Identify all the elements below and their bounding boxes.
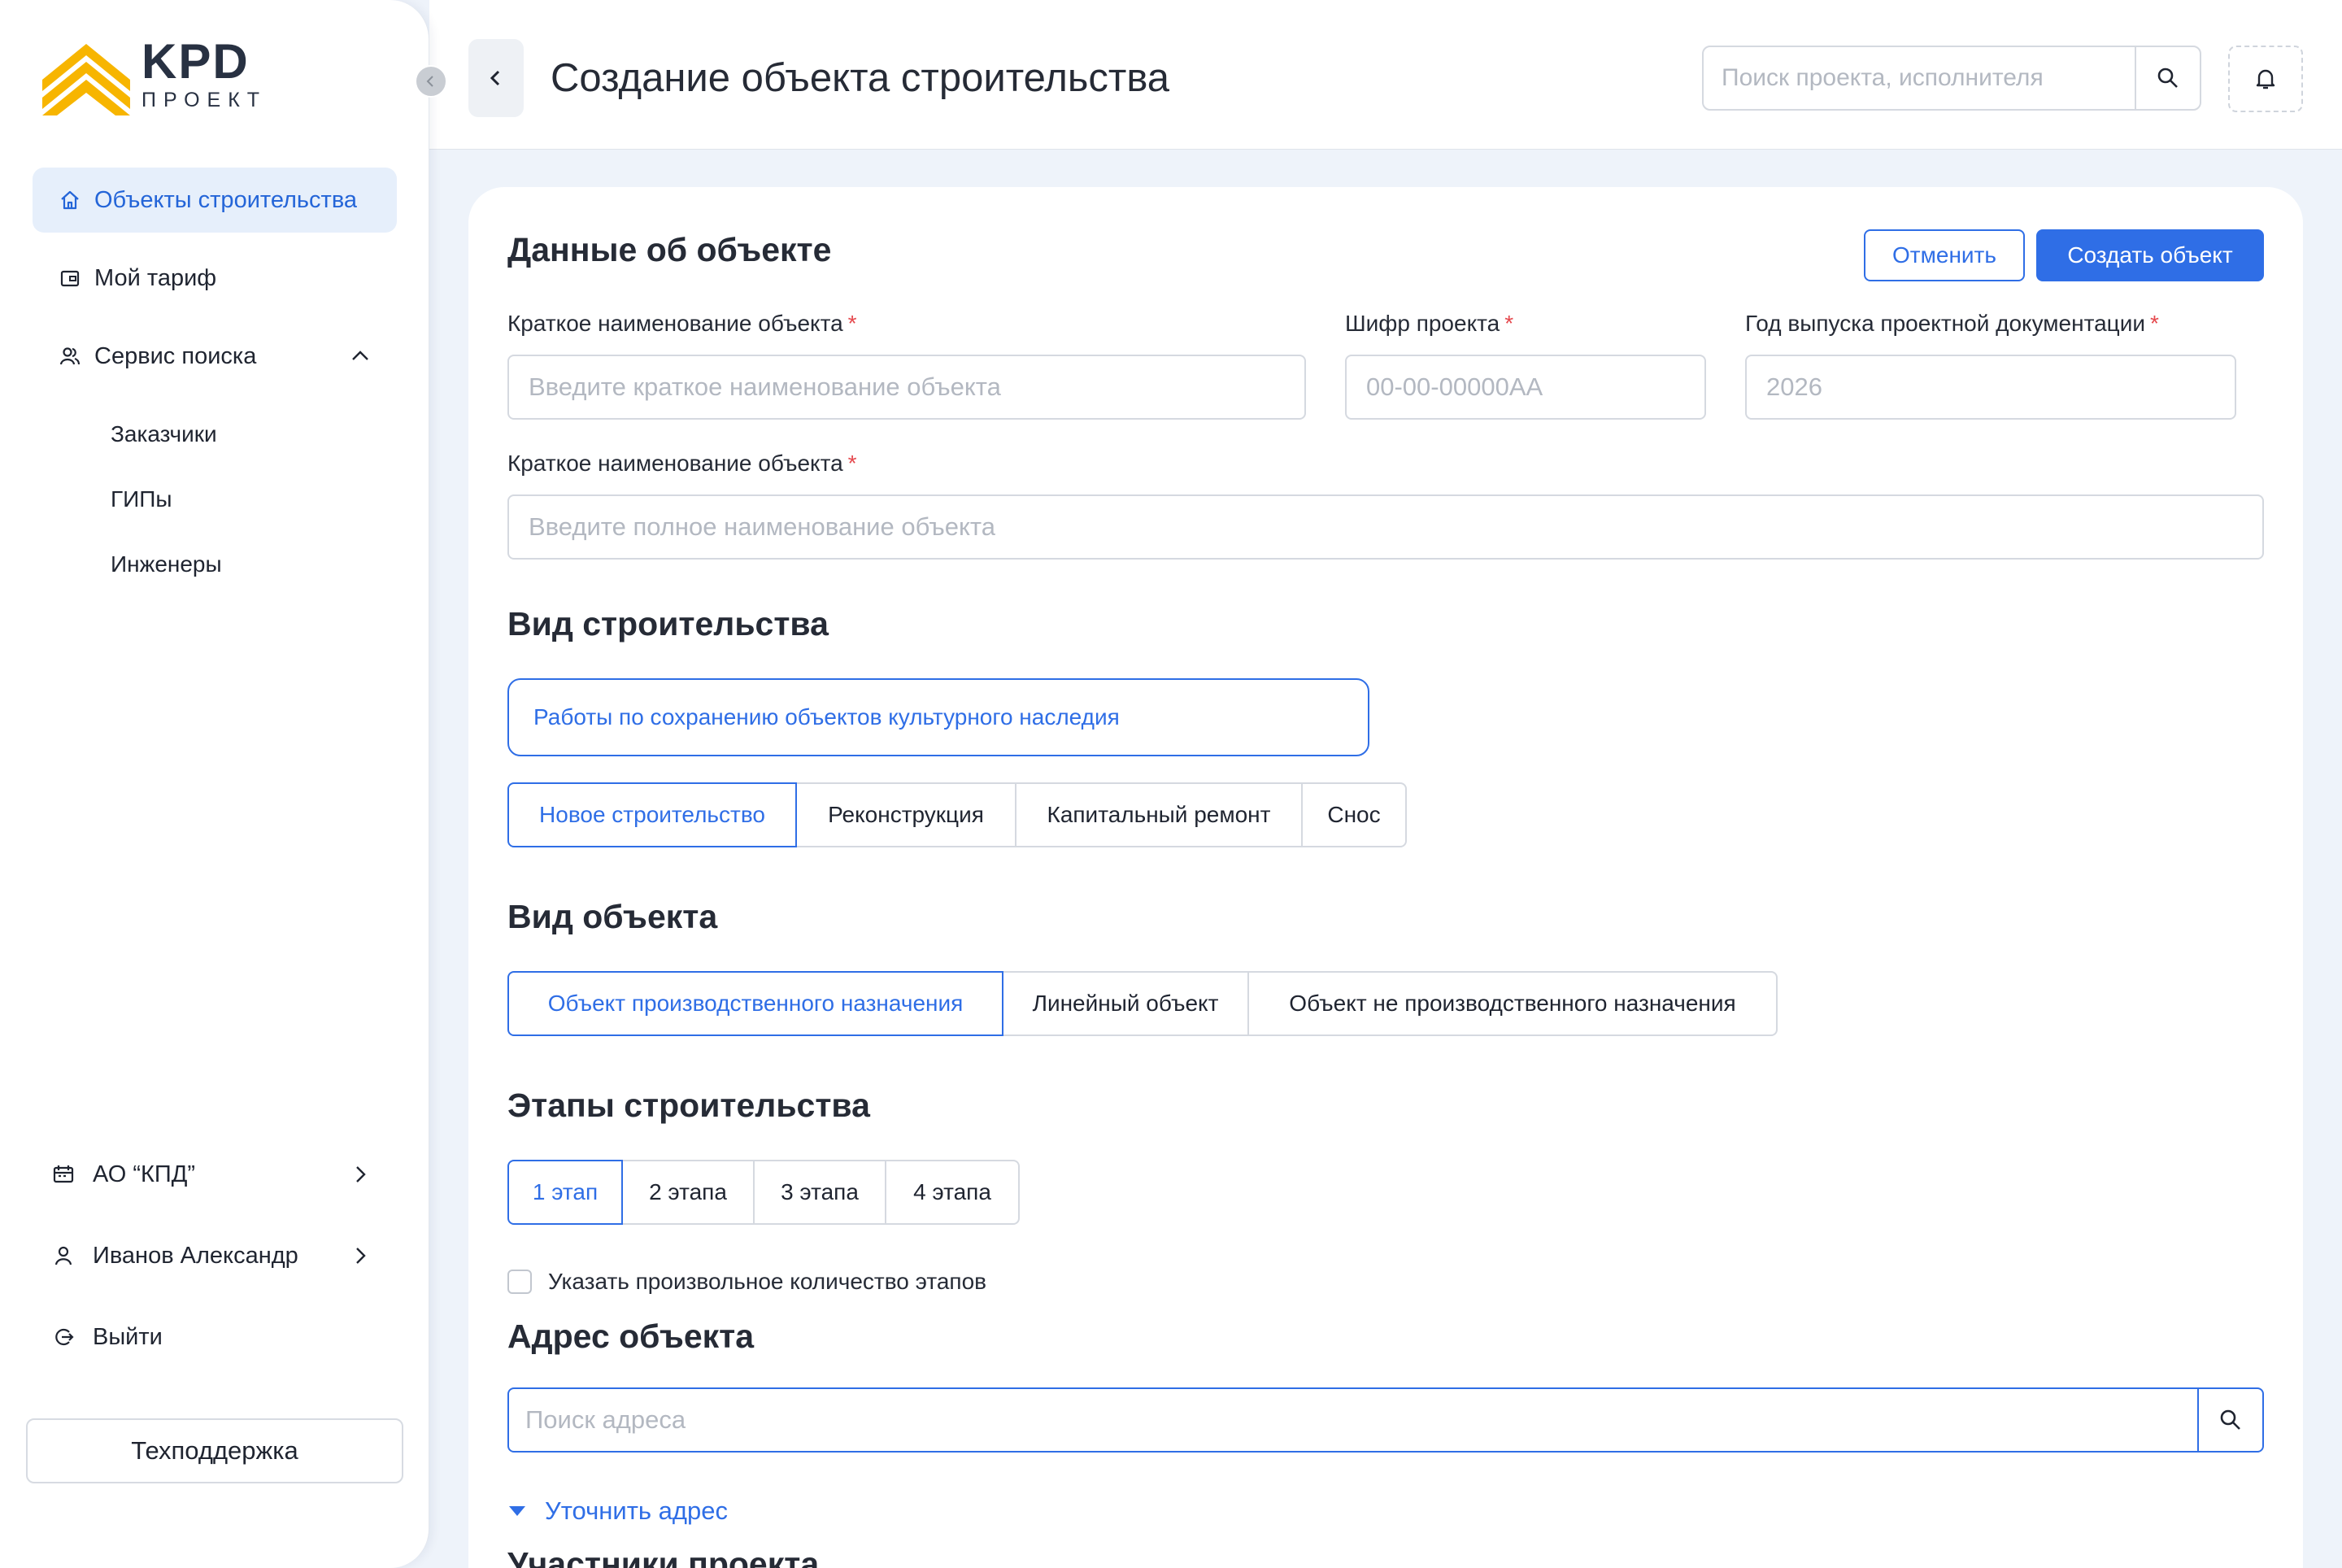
object-form-card: Данные об объекте Отменить Создать объек… bbox=[468, 187, 2303, 1568]
kpd-logo[interactable]: KPD ПРОЕКТ bbox=[37, 31, 267, 119]
required-mark: * bbox=[847, 451, 857, 476]
refine-address-label: Уточнить адрес bbox=[545, 1496, 728, 1525]
year-label: Год выпуска проектной документации * bbox=[1745, 311, 2159, 336]
short-name-input[interactable] bbox=[509, 356, 1304, 418]
stage-option-4[interactable]: 4 этапа bbox=[885, 1160, 1020, 1225]
sidebar-item-company[interactable]: АО “КПД” bbox=[33, 1134, 397, 1215]
collapse-sidebar-button[interactable] bbox=[415, 65, 447, 98]
global-search bbox=[1702, 46, 2201, 111]
section-title-stages: Этапы строительства bbox=[507, 1087, 870, 1124]
sidebar: KPD ПРОЕКТ Объекты строительства Мой тар… bbox=[0, 0, 429, 1568]
required-mark: * bbox=[847, 311, 857, 336]
logout-label: Выйти bbox=[93, 1323, 163, 1350]
user-icon bbox=[52, 1244, 75, 1267]
construction-option-demolition[interactable]: Снос bbox=[1301, 782, 1407, 847]
sidebar-item-search-service[interactable]: Сервис поиска bbox=[33, 324, 397, 389]
construction-type-segmented: Новое строительство Реконструкция Капита… bbox=[507, 782, 1407, 847]
object-option-non-industrial[interactable]: Объект не производственного назначения bbox=[1247, 971, 1778, 1036]
year-field bbox=[1745, 355, 2236, 420]
section-title-participants: Участники проекта bbox=[507, 1545, 820, 1568]
custom-stages-checkbox[interactable] bbox=[507, 1270, 532, 1294]
cipher-label: Шифр проекта * bbox=[1345, 311, 1514, 336]
custom-stages-label: Указать произвольное количество этапов bbox=[548, 1269, 987, 1294]
full-name-input[interactable] bbox=[509, 496, 2262, 558]
sidebar-item-profile[interactable]: Иванов Александр bbox=[33, 1215, 397, 1296]
notifications-button[interactable] bbox=[2228, 46, 2303, 112]
chevron-right-icon bbox=[356, 1166, 366, 1183]
stages-segmented: 1 этап 2 этапа 3 этапа 4 этапа bbox=[507, 1160, 1020, 1225]
cipher-field bbox=[1345, 355, 1706, 420]
short-name-field bbox=[507, 355, 1306, 420]
home-icon bbox=[59, 189, 81, 211]
create-object-button[interactable]: Создать объект bbox=[2036, 229, 2264, 281]
work-type-select[interactable]: Работы по сохранению объектов культурног… bbox=[507, 678, 1369, 756]
object-type-segmented: Объект производственного назначения Лине… bbox=[507, 971, 1778, 1036]
company-icon bbox=[52, 1163, 75, 1186]
construction-option-major-repair[interactable]: Капитальный ремонт bbox=[1015, 782, 1303, 847]
chevron-right-icon bbox=[356, 1248, 366, 1264]
support-button[interactable]: Техподдержка bbox=[26, 1418, 403, 1483]
stage-option-3[interactable]: 3 этапа bbox=[753, 1160, 886, 1225]
construction-option-reconstruction[interactable]: Реконструкция bbox=[795, 782, 1016, 847]
address-search bbox=[507, 1387, 2264, 1453]
logo-chevrons-icon bbox=[42, 44, 130, 115]
section-title-object-type: Вид объекта bbox=[507, 898, 718, 935]
construction-option-new[interactable]: Новое строительство bbox=[507, 782, 797, 847]
chevron-up-icon[interactable] bbox=[350, 346, 371, 367]
global-search-input[interactable] bbox=[1704, 47, 2135, 109]
bell-icon bbox=[2256, 69, 2275, 89]
sidebar-item-label: Мой тариф bbox=[94, 264, 217, 291]
cancel-button[interactable]: Отменить bbox=[1864, 229, 2025, 281]
custom-stages-option[interactable]: Указать произвольное количество этапов bbox=[507, 1269, 986, 1295]
search-icon bbox=[2220, 1409, 2240, 1430]
wallet-icon bbox=[59, 267, 81, 290]
refine-address-toggle[interactable]: Уточнить адрес bbox=[507, 1496, 728, 1526]
chevron-left-icon bbox=[490, 70, 500, 86]
profile-label: Иванов Александр bbox=[93, 1242, 298, 1269]
users-icon bbox=[59, 345, 81, 368]
sidebar-subitem-customers[interactable]: Заказчики bbox=[33, 402, 397, 467]
cipher-input[interactable] bbox=[1347, 356, 1704, 418]
chevron-left-icon bbox=[426, 76, 433, 87]
top-header: Создание объекта строительства bbox=[429, 0, 2342, 150]
search-icon bbox=[2157, 68, 2178, 88]
sidebar-item-logout[interactable]: Выйти bbox=[33, 1296, 397, 1378]
short-name-label: Краткое наименование объекта * bbox=[507, 311, 857, 336]
logout-icon bbox=[52, 1326, 75, 1348]
object-option-linear[interactable]: Линейный объект bbox=[1002, 971, 1249, 1036]
back-button[interactable] bbox=[468, 39, 524, 117]
sidebar-bottom: АО “КПД” Иванов Александр Выйти bbox=[33, 1134, 397, 1378]
section-title-address: Адрес объекта bbox=[507, 1318, 755, 1355]
object-option-industrial[interactable]: Объект производственного назначения bbox=[507, 971, 1003, 1036]
full-name-label: Краткое наименование объекта * bbox=[507, 451, 857, 476]
search-button[interactable] bbox=[2135, 47, 2200, 109]
caret-down-icon bbox=[509, 1506, 525, 1516]
year-input[interactable] bbox=[1747, 356, 2235, 418]
section-title-construction-type: Вид строительства bbox=[507, 605, 829, 642]
section-title-object-data: Данные об объекте bbox=[507, 231, 832, 268]
required-mark: * bbox=[1504, 311, 1514, 336]
sidebar-subitem-engineers[interactable]: Инженеры bbox=[33, 532, 397, 597]
stage-option-1[interactable]: 1 этап bbox=[507, 1160, 623, 1225]
sidebar-item-label: Объекты строительства bbox=[94, 186, 358, 213]
sidebar-item-objects[interactable]: Объекты строительства bbox=[33, 168, 397, 233]
required-mark: * bbox=[2150, 311, 2159, 336]
address-search-button[interactable] bbox=[2197, 1389, 2262, 1451]
sidebar-subitem-gips[interactable]: ГИПы bbox=[33, 467, 397, 532]
sidebar-nav: Объекты строительства Мой тариф Сервис п… bbox=[33, 168, 397, 597]
page-title: Создание объекта строительства bbox=[551, 56, 1170, 100]
sidebar-item-tariff[interactable]: Мой тариф bbox=[33, 246, 397, 311]
sidebar-item-label: Сервис поиска bbox=[94, 342, 257, 369]
logo-subtitle: ПРОЕКТ bbox=[141, 89, 268, 111]
full-name-field bbox=[507, 494, 2264, 560]
address-search-input[interactable] bbox=[509, 1389, 2197, 1451]
stage-option-2[interactable]: 2 этапа bbox=[621, 1160, 755, 1225]
logo-title: KPD bbox=[141, 34, 250, 89]
company-label: АО “КПД” bbox=[93, 1161, 196, 1187]
